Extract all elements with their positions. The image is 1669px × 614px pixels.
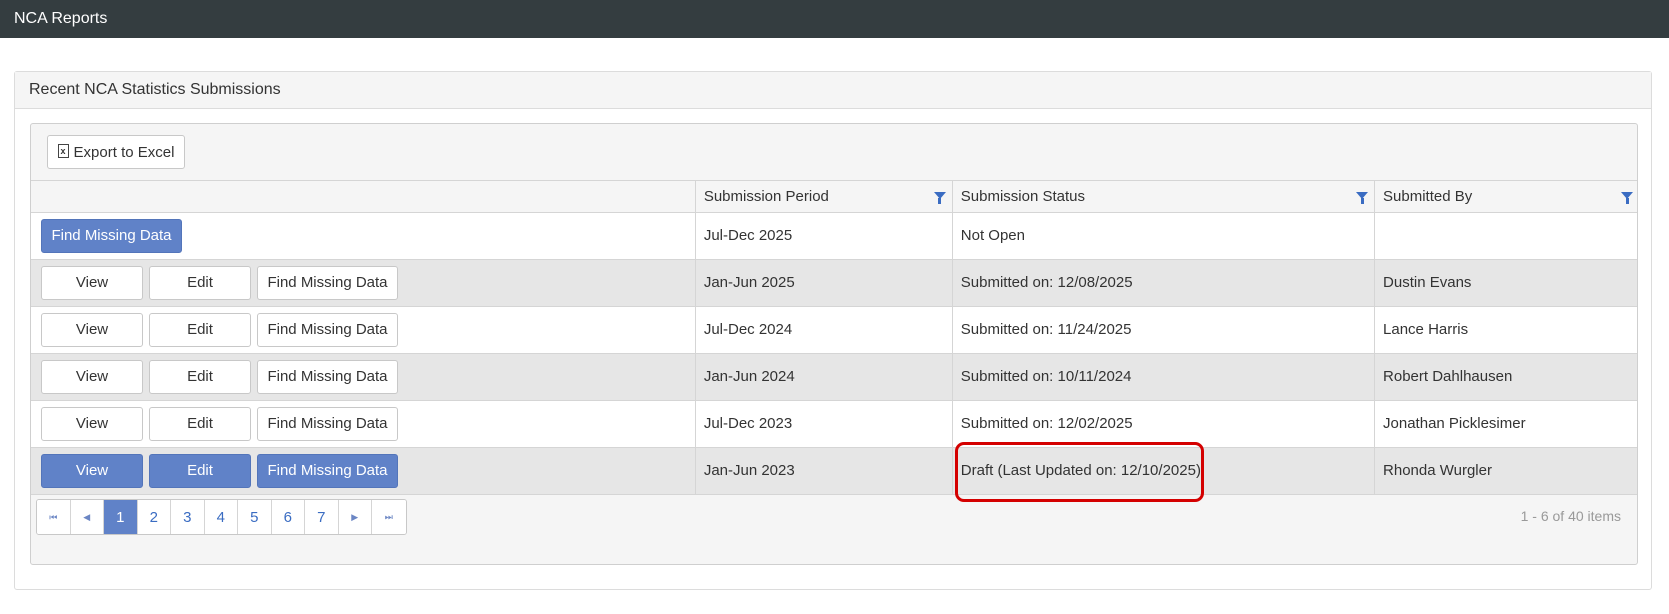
- first-page-icon[interactable]: ⏮: [37, 500, 71, 534]
- cell-submitted-by: Robert Dahlhausen: [1374, 353, 1637, 401]
- row-actions: View Edit Find Missing Data: [31, 400, 696, 448]
- pager-info: 1 - 6 of 40 items: [1520, 508, 1621, 524]
- table-row: View Edit Find Missing Data Jul-Dec 2023 S…: [31, 400, 1637, 448]
- filter-icon[interactable]: [1356, 192, 1369, 204]
- page-2-button[interactable]: 2: [137, 500, 171, 534]
- page-5-button[interactable]: 5: [238, 500, 272, 534]
- page-3-button[interactable]: 3: [171, 500, 205, 534]
- previous-page-icon[interactable]: ◀: [70, 500, 104, 534]
- page-7-button[interactable]: 7: [305, 500, 339, 534]
- table-row: View Edit Find Missing Data Jan-Jun 2024 S…: [31, 353, 1637, 401]
- submissions-table: Submission Period Submission Status Subm…: [31, 181, 1637, 502]
- find-missing-data-button[interactable]: Find Missing Data: [257, 359, 398, 394]
- filter-icon[interactable]: [933, 192, 946, 204]
- cell-submitted-by: Jonathan Picklesimer: [1374, 400, 1637, 448]
- edit-button[interactable]: Edit: [149, 265, 251, 300]
- edit-button[interactable]: Edit: [149, 453, 251, 488]
- cell-period: Jan-Jun 2023: [694, 447, 953, 495]
- find-missing-data-button[interactable]: Find Missing Data: [257, 453, 398, 488]
- cell-status: Draft (Last Updated on: 12/10/2025): [951, 441, 1375, 502]
- column-header-submission-period[interactable]: Submission Period: [694, 181, 953, 213]
- status-text: Draft (Last Updated on: 12/10/2025): [960, 462, 1201, 479]
- cell-submitted-by: Rhonda Wurgler: [1374, 447, 1637, 495]
- edit-button[interactable]: Edit: [149, 312, 251, 347]
- edit-button[interactable]: Edit: [149, 406, 251, 441]
- last-page-icon[interactable]: ⏭: [372, 500, 406, 534]
- view-button[interactable]: View: [41, 312, 143, 347]
- panel-title: Recent NCA Statistics Submissions: [15, 72, 1651, 109]
- cell-submitted-by: [1374, 212, 1637, 260]
- find-missing-data-button[interactable]: Find Missing Data: [257, 406, 398, 441]
- table-row: View Edit Find Missing Data Jan-Jun 2023 D…: [31, 441, 1637, 502]
- cell-status: Submitted on: 12/08/2025: [951, 259, 1375, 307]
- page-1-button[interactable]: 1: [104, 500, 138, 534]
- cell-period: Jul-Dec 2024: [694, 306, 953, 354]
- cell-status: Submitted on: 12/02/2025: [951, 400, 1375, 448]
- cell-submitted-by: Lance Harris: [1374, 306, 1637, 354]
- grid-toolbar: x Export to Excel: [31, 124, 1637, 181]
- cell-period: Jan-Jun 2024: [694, 353, 953, 401]
- pager-buttons: ⏮ ◀ 1 2 3 4 5 6 7 ▶ ⏭: [36, 499, 407, 535]
- pagination: ⏮ ◀ 1 2 3 4 5 6 7 ▶ ⏭ 1 - 6 of 40 items: [31, 495, 1637, 536]
- view-button[interactable]: View: [41, 406, 143, 441]
- cell-period: Jul-Dec 2025: [694, 212, 953, 260]
- page-4-button[interactable]: 4: [204, 500, 238, 534]
- row-actions: View Edit Find Missing Data: [31, 447, 696, 495]
- cell-submitted-by: Dustin Evans: [1374, 259, 1637, 307]
- next-page-icon[interactable]: ▶: [338, 500, 372, 534]
- view-button[interactable]: View: [41, 453, 143, 488]
- filter-icon[interactable]: [1621, 192, 1633, 204]
- table-row: View Edit Find Missing Data Jul-Dec 2024 S…: [31, 306, 1637, 354]
- table-header-row: Submission Period Submission Status Subm…: [31, 181, 1637, 213]
- export-to-excel-button[interactable]: x Export to Excel: [47, 135, 185, 169]
- row-actions: Find Missing Data: [31, 212, 696, 260]
- excel-file-icon: x: [57, 144, 69, 158]
- cell-status: Submitted on: 10/11/2024: [951, 353, 1375, 401]
- column-header-submitted-by[interactable]: Submitted By: [1374, 181, 1637, 213]
- edit-button[interactable]: Edit: [149, 359, 251, 394]
- row-actions: View Edit Find Missing Data: [31, 353, 696, 401]
- export-label: Export to Excel: [73, 143, 175, 161]
- cell-status: Submitted on: 11/24/2025: [951, 306, 1375, 354]
- app-title: NCA Reports: [14, 10, 108, 27]
- submissions-panel: Recent NCA Statistics Submissions x Expo…: [14, 71, 1652, 590]
- cell-period: Jul-Dec 2023: [694, 400, 953, 448]
- column-header-submission-status[interactable]: Submission Status: [951, 181, 1375, 213]
- find-missing-data-button[interactable]: Find Missing Data: [257, 312, 398, 347]
- submissions-grid: x Export to Excel Submission Period Subm…: [30, 123, 1638, 565]
- cell-status: Not Open: [951, 212, 1375, 260]
- row-actions: View Edit Find Missing Data: [31, 259, 696, 307]
- table-row: View Edit Find Missing Data Jan-Jun 2025 S…: [31, 259, 1637, 307]
- page-6-button[interactable]: 6: [271, 500, 305, 534]
- column-header-actions: [31, 181, 696, 213]
- app-header: NCA Reports: [0, 0, 1669, 38]
- table-row: Find Missing Data Jul-Dec 2025 Not Open: [31, 212, 1637, 260]
- view-button[interactable]: View: [41, 359, 143, 394]
- find-missing-data-button[interactable]: Find Missing Data: [257, 265, 398, 300]
- view-button[interactable]: View: [41, 265, 143, 300]
- find-missing-data-button[interactable]: Find Missing Data: [41, 218, 182, 253]
- cell-period: Jan-Jun 2025: [694, 259, 953, 307]
- row-actions: View Edit Find Missing Data: [31, 306, 696, 354]
